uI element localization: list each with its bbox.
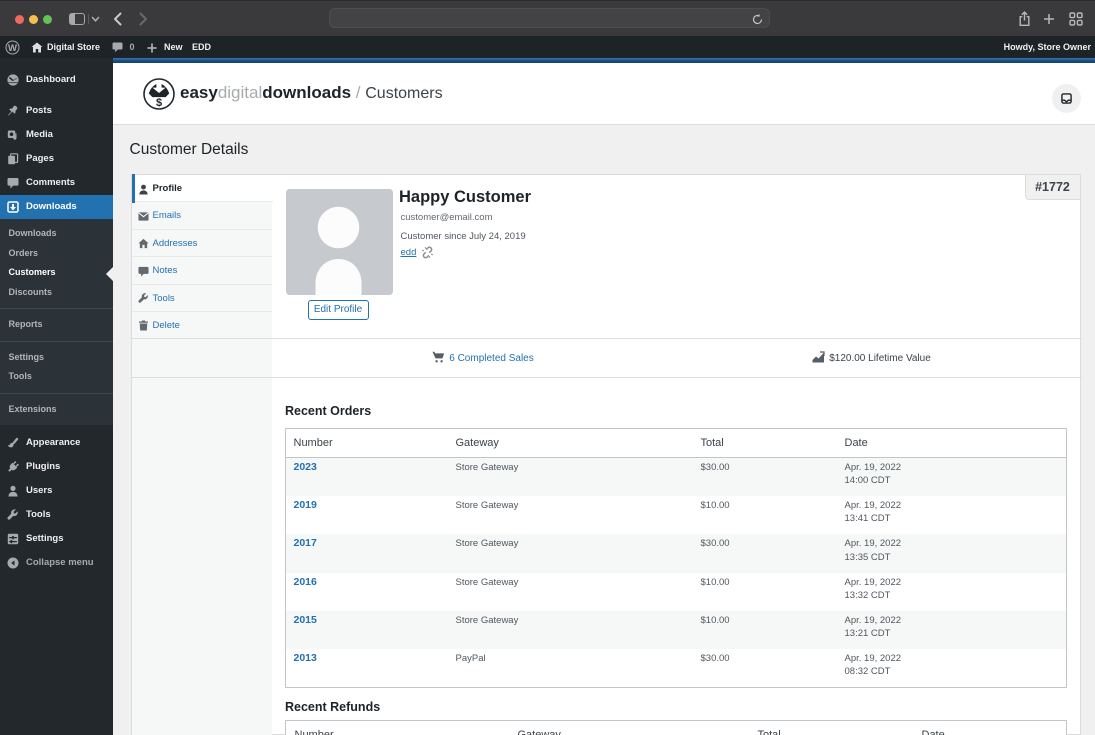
svg-text:$: $ [156,97,162,109]
svg-text:W: W [8,43,17,54]
